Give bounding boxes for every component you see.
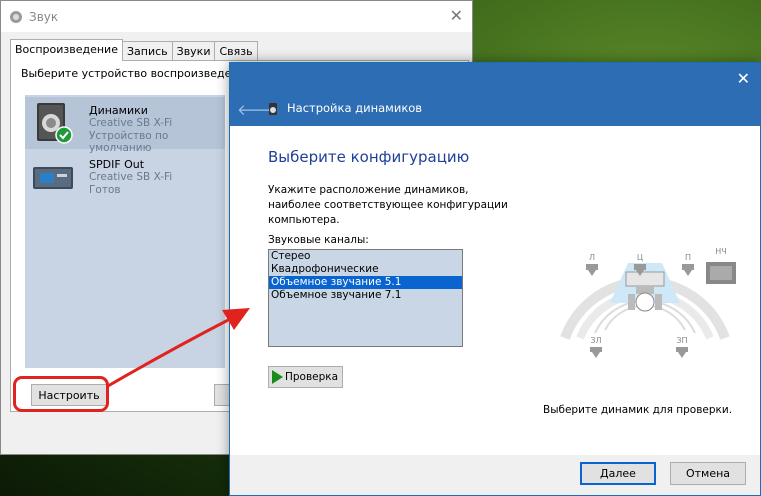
channel-option-stereo[interactable]: Стерео <box>269 250 462 263</box>
sound-tabs: Воспроизведение Запись Звуки Связь <box>10 39 258 61</box>
playback-instruction: Выберите устройство воспроизведения <box>21 67 253 80</box>
speaker-icon <box>269 103 277 115</box>
device-driver: Creative SB X-Fi <box>89 117 173 129</box>
speaker-front-left[interactable] <box>586 264 598 276</box>
test-hint: Выберите динамик для проверки. <box>543 404 733 416</box>
next-button[interactable]: Далее <box>580 462 656 485</box>
label-center: Ц <box>637 253 643 262</box>
speaker-device-icon <box>37 103 73 144</box>
channel-option-5-1[interactable]: Объемное звучание 5.1 <box>269 276 462 289</box>
test-button[interactable]: Проверка <box>268 366 343 388</box>
rear-speakers: ЗЛ ЗП <box>590 336 688 358</box>
device-list[interactable]: Динамики Creative SB X-Fi Устройство по … <box>25 95 225 368</box>
sound-titlebar[interactable]: Звук <box>1 1 472 32</box>
speaker-rear-right-glyph[interactable] <box>676 347 688 358</box>
sound-window-title: Звук <box>29 9 59 24</box>
dialog-header[interactable]: ✕ 🡐 Настройка динамиков <box>230 63 760 126</box>
channel-option-quad[interactable]: Квадрофонические <box>269 263 462 276</box>
channel-option-7-1[interactable]: Объемное звучание 7.1 <box>269 289 462 302</box>
device-name: Динамики <box>89 104 148 117</box>
close-icon[interactable]: ✕ <box>737 69 750 88</box>
page-description: Укажите расположение динамиков, наиболее… <box>268 184 508 226</box>
device-item-spdif[interactable]: SPDIF Out Creative SB X-Fi Готов <box>25 151 225 203</box>
close-icon[interactable]: ✕ <box>450 6 463 25</box>
speaker-rear-left-glyph[interactable] <box>590 347 602 358</box>
speaker-setup-dialog: ✕ 🡐 Настройка динамиков Выберите конфигу… <box>229 62 761 496</box>
speaker-subwoofer[interactable] <box>706 262 736 284</box>
channels-label: Звуковые каналы: <box>268 234 369 246</box>
channel-list[interactable]: Стерео Квадрофонические Объемное звучани… <box>268 249 463 347</box>
spdif-device-icon <box>33 167 73 189</box>
label-front-left: Л <box>589 253 595 262</box>
tab-sounds[interactable]: Звуки <box>171 41 216 61</box>
label-front-right: П <box>685 253 691 262</box>
cancel-button[interactable]: Отмена <box>670 462 746 485</box>
dialog-title: Настройка динамиков <box>287 101 423 115</box>
tab-recording[interactable]: Запись <box>121 41 173 61</box>
tab-playback[interactable]: Воспроизведение <box>10 39 123 61</box>
device-name: SPDIF Out <box>89 158 145 171</box>
device-driver: Creative SB X-Fi <box>89 171 173 183</box>
device-status: Готов <box>89 184 121 196</box>
speaker-front-right[interactable] <box>682 264 694 276</box>
label-rear-right: ЗП <box>676 336 687 345</box>
play-icon <box>272 370 283 384</box>
speaker-icon <box>10 10 22 23</box>
test-button-label: Проверка <box>285 371 339 383</box>
label-subwoofer: НЧ <box>715 247 727 256</box>
highlight-ring <box>13 376 109 412</box>
tab-communications[interactable]: Связь <box>214 41 258 61</box>
label-rear-left: ЗЛ <box>590 336 601 345</box>
page-heading: Выберите конфигурацию <box>268 148 470 166</box>
device-item-speakers[interactable]: Динамики Creative SB X-Fi Устройство по … <box>25 97 225 154</box>
